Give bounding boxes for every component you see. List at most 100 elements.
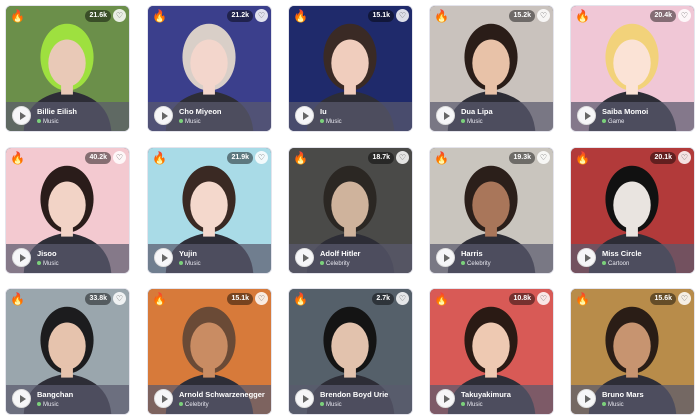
category-label: Music bbox=[467, 119, 483, 125]
heart-icon[interactable]: ♡ bbox=[678, 292, 691, 305]
category-label: Cartoon bbox=[608, 261, 630, 267]
character-card[interactable]: 🔥 18.7k ♡ Adolf Hitler Celebrity bbox=[288, 147, 413, 274]
heart-icon[interactable]: ♡ bbox=[396, 9, 409, 22]
usage-count: 15.2k bbox=[509, 10, 535, 22]
card-info-bar: Miss Circle Cartoon bbox=[571, 244, 694, 273]
play-icon[interactable] bbox=[436, 248, 455, 267]
character-card[interactable]: 🔥 15.1k ♡ Iu Music bbox=[288, 5, 413, 132]
play-icon[interactable] bbox=[436, 106, 455, 125]
card-info-bar: Iu Music bbox=[289, 102, 412, 131]
character-card[interactable]: 🔥 21.2k ♡ Cho Miyeon Music bbox=[147, 5, 272, 132]
heart-icon[interactable]: ♡ bbox=[113, 292, 126, 305]
play-icon[interactable] bbox=[295, 106, 314, 125]
character-card[interactable]: 🔥 19.3k ♡ Harris Celebrity bbox=[429, 147, 554, 274]
category-tag: Music bbox=[602, 402, 624, 408]
play-icon[interactable] bbox=[12, 106, 31, 125]
category-tag: Music bbox=[461, 402, 483, 408]
character-name: Bangchan bbox=[37, 390, 74, 399]
character-card[interactable]: 🔥 15.6k ♡ Bruno Mars Music bbox=[570, 288, 695, 415]
card-info-bar: Yujin Music bbox=[148, 244, 271, 273]
character-name: Adolf Hitler bbox=[320, 249, 361, 258]
heart-icon[interactable]: ♡ bbox=[113, 9, 126, 22]
card-info-bar: Takuyakimura Music bbox=[430, 385, 553, 414]
card-info-bar: Brendon Boyd Urie Music bbox=[289, 385, 412, 414]
character-card[interactable]: 🔥 33.8k ♡ Bangchan Music bbox=[5, 288, 130, 415]
category-dot-icon bbox=[37, 119, 41, 123]
play-icon[interactable] bbox=[295, 248, 314, 267]
category-dot-icon bbox=[179, 261, 183, 265]
category-label: Music bbox=[185, 119, 201, 125]
usage-count: 15.1k bbox=[368, 10, 394, 22]
heart-icon[interactable]: ♡ bbox=[537, 151, 550, 164]
fire-icon: 🔥 bbox=[575, 292, 590, 306]
category-dot-icon bbox=[320, 261, 324, 265]
play-icon[interactable] bbox=[577, 106, 596, 125]
category-label: Music bbox=[185, 261, 201, 267]
card-info-bar: Billie Eilish Music bbox=[6, 102, 129, 131]
play-icon[interactable] bbox=[12, 248, 31, 267]
category-label: Celebrity bbox=[326, 261, 350, 267]
character-card[interactable]: 🔥 10.8k ♡ Takuyakimura Music bbox=[429, 288, 554, 415]
category-dot-icon bbox=[37, 402, 41, 406]
card-info-bar: Bruno Mars Music bbox=[571, 385, 694, 414]
play-icon[interactable] bbox=[295, 389, 314, 408]
play-icon[interactable] bbox=[436, 389, 455, 408]
play-icon[interactable] bbox=[154, 106, 173, 125]
heart-icon[interactable]: ♡ bbox=[255, 9, 268, 22]
character-card[interactable]: 🔥 20.1k ♡ Miss Circle Cartoon bbox=[570, 147, 695, 274]
character-name: Jisoo bbox=[37, 249, 57, 258]
heart-icon[interactable]: ♡ bbox=[113, 151, 126, 164]
usage-count: 21.9k bbox=[227, 152, 253, 164]
card-info-bar: Arnold Schwarzenegger Celebrity bbox=[148, 385, 271, 414]
card-info-bar: Bangchan Music bbox=[6, 385, 129, 414]
character-name: Cho Miyeon bbox=[179, 107, 222, 116]
character-card[interactable]: 🔥 15.1k ♡ Arnold Schwarzenegger Celebrity bbox=[147, 288, 272, 415]
category-label: Celebrity bbox=[467, 261, 491, 267]
category-dot-icon bbox=[461, 261, 465, 265]
character-card[interactable]: 🔥 21.9k ♡ Yujin Music bbox=[147, 147, 272, 274]
character-grid: 🔥 21.6k ♡ Billie Eilish Music 🔥 21.2k ♡ Cho Miye… bbox=[0, 0, 700, 417]
category-dot-icon bbox=[179, 402, 183, 406]
heart-icon[interactable]: ♡ bbox=[537, 292, 550, 305]
character-card[interactable]: 🔥 20.4k ♡ Saiba Momoi Game bbox=[570, 5, 695, 132]
fire-icon: 🔥 bbox=[10, 151, 25, 165]
character-name: Iu bbox=[320, 107, 327, 116]
usage-count: 20.4k bbox=[650, 10, 676, 22]
play-icon[interactable] bbox=[577, 389, 596, 408]
character-card[interactable]: 🔥 40.2k ♡ Jisoo Music bbox=[5, 147, 130, 274]
heart-icon[interactable]: ♡ bbox=[537, 9, 550, 22]
usage-count: 18.7k bbox=[368, 152, 394, 164]
heart-icon[interactable]: ♡ bbox=[678, 151, 691, 164]
fire-icon: 🔥 bbox=[434, 9, 449, 23]
fire-icon: 🔥 bbox=[293, 9, 308, 23]
heart-icon[interactable]: ♡ bbox=[255, 292, 268, 305]
category-label: Music bbox=[43, 402, 59, 408]
fire-icon: 🔥 bbox=[152, 151, 167, 165]
character-name: Miss Circle bbox=[602, 249, 642, 258]
category-dot-icon bbox=[461, 402, 465, 406]
category-dot-icon bbox=[179, 119, 183, 123]
category-dot-icon bbox=[461, 119, 465, 123]
character-card[interactable]: 🔥 15.2k ♡ Dua Lipa Music bbox=[429, 5, 554, 132]
character-name: Harris bbox=[461, 249, 483, 258]
fire-icon: 🔥 bbox=[575, 9, 590, 23]
heart-icon[interactable]: ♡ bbox=[255, 151, 268, 164]
card-info-bar: Dua Lipa Music bbox=[430, 102, 553, 131]
character-name: Saiba Momoi bbox=[602, 107, 649, 116]
heart-icon[interactable]: ♡ bbox=[396, 151, 409, 164]
category-tag: Music bbox=[37, 261, 59, 267]
usage-count: 21.2k bbox=[227, 10, 253, 22]
heart-icon[interactable]: ♡ bbox=[678, 9, 691, 22]
play-icon[interactable] bbox=[154, 389, 173, 408]
character-name: Dua Lipa bbox=[461, 107, 493, 116]
usage-count: 15.1k bbox=[227, 293, 253, 305]
heart-icon[interactable]: ♡ bbox=[396, 292, 409, 305]
category-tag: Celebrity bbox=[179, 402, 209, 408]
play-icon[interactable] bbox=[577, 248, 596, 267]
category-dot-icon bbox=[37, 261, 41, 265]
play-icon[interactable] bbox=[12, 389, 31, 408]
play-icon[interactable] bbox=[154, 248, 173, 267]
card-info-bar: Adolf Hitler Celebrity bbox=[289, 244, 412, 273]
character-card[interactable]: 🔥 21.6k ♡ Billie Eilish Music bbox=[5, 5, 130, 132]
character-card[interactable]: 🔥 2.7k ♡ Brendon Boyd Urie Music bbox=[288, 288, 413, 415]
